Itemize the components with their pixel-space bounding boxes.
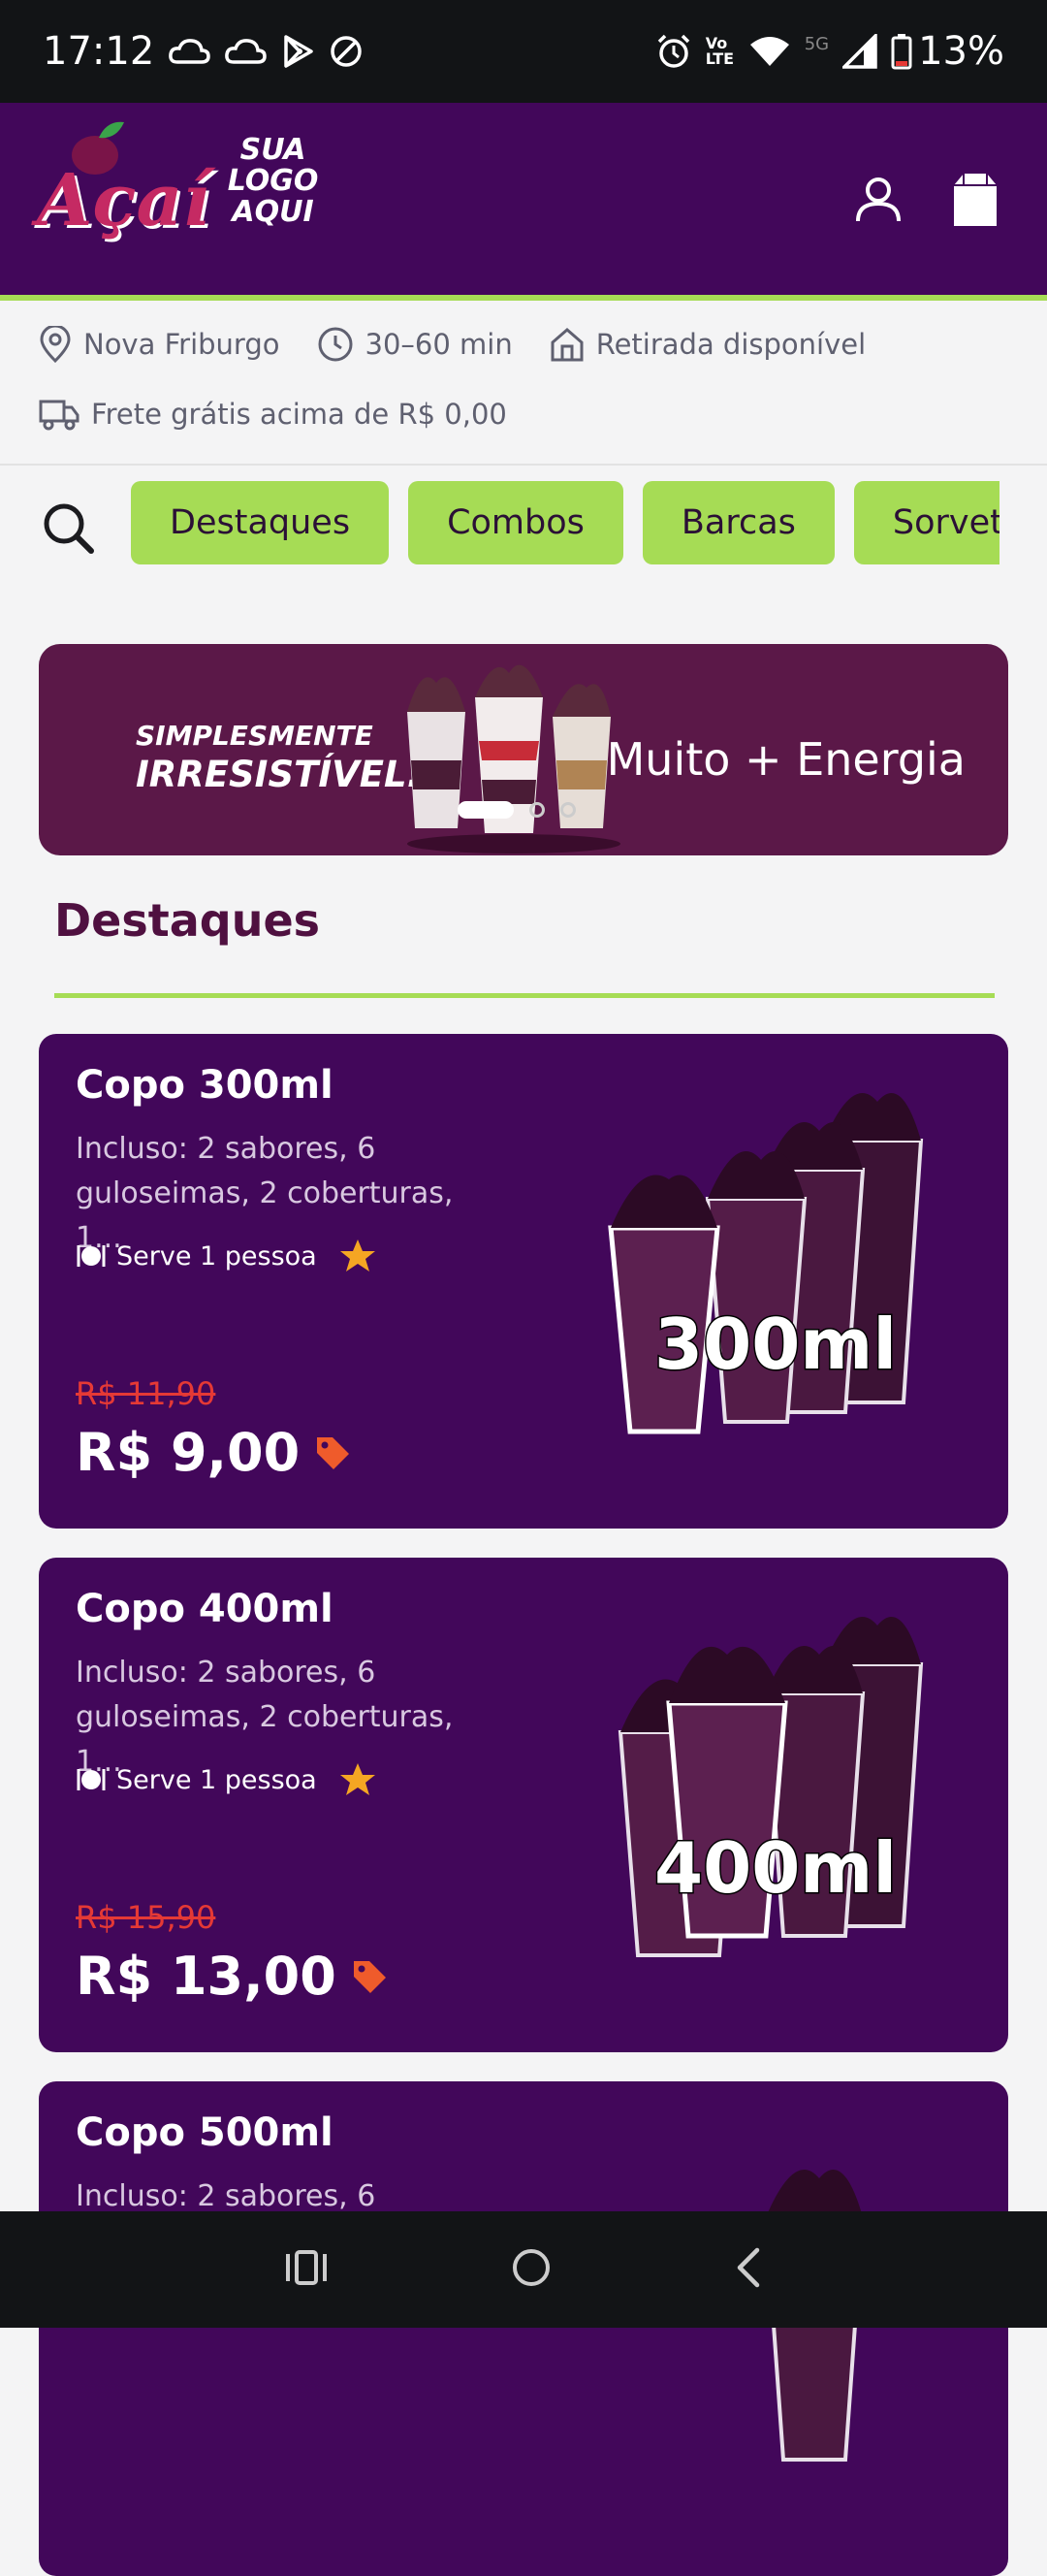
serves-info: Serve 1 pessoa (76, 1238, 377, 1274)
price: R$ 9,00 (76, 1422, 352, 1483)
acai-fruit-icon (72, 121, 124, 175)
shopping-bag-icon (954, 174, 997, 226)
product-name: Copo 400ml (76, 1587, 333, 1631)
play-store-icon (280, 34, 315, 69)
section-title: Destaques (54, 894, 321, 947)
shipping-text: Frete grátis acima de R$ 0,00 (91, 398, 507, 431)
network-type: 5G (804, 34, 830, 54)
product-image: 400ml (618, 1617, 924, 1957)
tag-icon (317, 1436, 350, 1469)
logo-text: SUA LOGO AQUI (227, 133, 319, 229)
profile-button[interactable] (849, 171, 907, 229)
tab-barcas[interactable]: Barcas (642, 481, 835, 564)
location-icon (40, 326, 71, 363)
product-image-label: 300ml (654, 1304, 897, 1385)
recent-apps-icon (286, 2250, 328, 2285)
delivery-time: 30–60 min (365, 328, 513, 361)
bag-button[interactable] (946, 171, 1004, 229)
star-icon (339, 1240, 375, 1272)
section-divider (54, 993, 995, 998)
star-icon (339, 1763, 375, 1795)
home-button[interactable] (510, 2246, 553, 2293)
home-icon (512, 2249, 550, 2286)
carousel-dot[interactable] (560, 802, 576, 818)
old-price: R$ 15,90 (76, 1899, 216, 1936)
product-image-label: 400ml (654, 1827, 897, 1909)
alarm-icon (655, 33, 692, 70)
banner-slogan: Muito + Energia (606, 733, 966, 786)
do-not-disturb-icon (329, 34, 364, 69)
recent-apps-button[interactable] (284, 2248, 329, 2291)
carousel-dot[interactable] (529, 802, 545, 818)
plate-icon (77, 1769, 106, 1790)
pickup-text: Retirada disponível (595, 328, 867, 361)
carousel-dot-active[interactable] (458, 801, 514, 819)
category-tabs: Destaques Combos Barcas Sorvetes (131, 481, 999, 566)
tab-destaques[interactable]: Destaques (131, 481, 390, 564)
truck-icon (39, 400, 79, 431)
volte-indicator: Vo LTE (705, 34, 735, 68)
signal-icon (842, 34, 877, 69)
serves-info: Serve 1 pessoa (76, 1761, 377, 1798)
system-nav-bar (0, 2211, 1047, 2328)
old-price: R$ 11,90 (76, 1375, 216, 1412)
back-button[interactable] (734, 2246, 763, 2293)
product-name: Copo 500ml (76, 2110, 333, 2155)
product-card[interactable]: Copo 500ml Incluso: 2 sabores, 6 (39, 2081, 1008, 2576)
location-text: Nova Friburgo (83, 328, 280, 361)
carousel-dots (458, 801, 576, 819)
cloud-icon (168, 37, 211, 66)
search-icon (44, 503, 94, 554)
category-bar: Destaques Combos Barcas Sorvetes (0, 481, 1047, 574)
search-button[interactable] (39, 499, 99, 559)
product-image: 300ml (608, 1093, 924, 1434)
tab-combos[interactable]: Combos (408, 481, 623, 564)
store-icon (551, 328, 584, 362)
tab-sorvetes[interactable]: Sorvetes (853, 481, 999, 564)
promo-banner[interactable]: SIMPLESMENTE IRRESISTÍVEL... Muito + Ene… (39, 644, 1008, 855)
clock: 17:12 (43, 29, 155, 74)
wifi-icon (748, 35, 791, 68)
store-info: Nova Friburgo 30–60 min Retirada disponí… (0, 301, 1047, 466)
product-card[interactable]: Copo 300ml Incluso: 2 sabores, 6 gulosei… (39, 1034, 1008, 1529)
product-card[interactable]: Copo 400ml Incluso: 2 sabores, 6 gulosei… (39, 1558, 1008, 2052)
app-header: Açaí SUA LOGO AQUI (0, 103, 1047, 301)
battery-icon (891, 33, 912, 70)
product-name: Copo 300ml (76, 1063, 333, 1108)
back-icon (737, 2247, 759, 2288)
tag-icon (353, 1960, 386, 1993)
status-bar: 17:12 Vo LTE 5G 13% (0, 0, 1047, 103)
cloud-icon (224, 37, 268, 66)
logo[interactable]: Açaí SUA LOGO AQUI (37, 120, 327, 242)
battery-level: 13% (918, 29, 1004, 74)
price: R$ 13,00 (76, 1946, 389, 2007)
clock-icon (318, 327, 352, 362)
user-icon (856, 177, 901, 222)
plate-icon (77, 1245, 106, 1267)
